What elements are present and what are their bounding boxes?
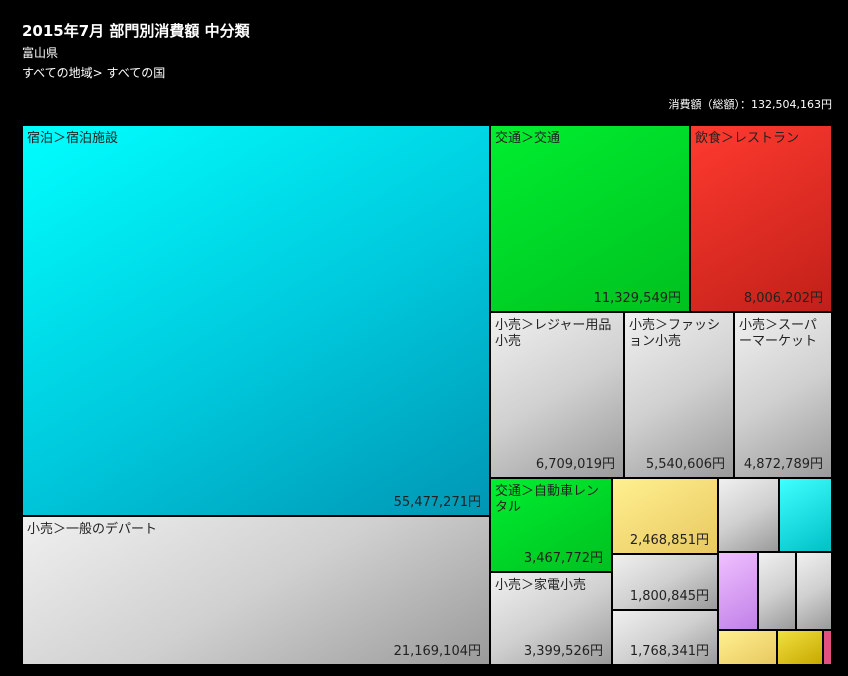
treemap-tile-small[interactable] [718, 630, 777, 665]
treemap-tile[interactable]: 2,468,851円 [612, 478, 718, 554]
treemap-chart: 宿泊＞宿泊施設 55,477,271円小売＞一般のデパート 21,169,104円 交… [22, 125, 832, 665]
prefecture-label: 富山県 [22, 46, 59, 60]
tile-value: 5,540,606円 [645, 457, 725, 472]
treemap-tile-small[interactable] [718, 478, 779, 552]
treemap-tile[interactable]: 飲食＞レストラン 8,006,202円 [690, 125, 832, 312]
treemap-tile[interactable]: 小売＞一般のデパート 21,169,104円 [22, 516, 490, 665]
tile-value: 1,768,341円 [629, 644, 709, 659]
treemap-tile[interactable]: 1,800,845円 [612, 554, 718, 610]
treemap-tile[interactable]: 1,768,341円 [612, 610, 718, 665]
tile-value: 3,399,526円 [523, 644, 603, 659]
tile-value: 3,467,772円 [523, 551, 603, 566]
treemap-tile[interactable]: 交通＞自動車レンタル 3,467,772円 [490, 478, 612, 572]
treemap-tile[interactable]: 小売＞レジャー用品小売 6,709,019円 [490, 312, 624, 478]
tile-value: 2,468,851円 [629, 533, 709, 548]
tile-label: 小売＞スーパーマーケット [739, 318, 818, 349]
tile-label: 小売＞レジャー用品小売 [495, 318, 612, 349]
tile-label: 宿泊＞宿泊施設 [27, 131, 119, 146]
tile-value: 11,329,549円 [593, 291, 681, 306]
treemap-tile-small[interactable] [796, 552, 832, 630]
tile-label: 小売＞家電小売 [495, 578, 587, 593]
tile-value: 1,800,845円 [629, 589, 709, 604]
tile-value: 55,477,271円 [393, 495, 481, 510]
tile-label: 小売＞ファッション小売 [629, 318, 721, 349]
treemap-tile[interactable]: 小売＞家電小売 3,399,526円 [490, 572, 612, 665]
tile-label: 交通＞交通 [495, 131, 561, 146]
treemap-tile-small[interactable] [777, 630, 823, 665]
tile-value: 21,169,104円 [393, 644, 481, 659]
treemap-tile-small[interactable] [758, 552, 796, 630]
treemap-tile-small[interactable] [718, 552, 758, 630]
tile-label: 飲食＞レストラン [695, 131, 800, 146]
chart-title: 2015年7月 部門別消費額 中分類 [22, 22, 250, 40]
treemap-tile-small[interactable] [779, 478, 832, 552]
tile-value: 8,006,202円 [743, 291, 823, 306]
treemap-tile[interactable]: 宿泊＞宿泊施設 55,477,271円 [22, 125, 490, 516]
treemap-tile[interactable]: 小売＞スーパーマーケット 4,872,789円 [734, 312, 832, 478]
treemap-tile-small[interactable] [823, 630, 832, 665]
treemap-tile[interactable]: 小売＞ファッション小売 5,540,606円 [624, 312, 734, 478]
treemap-tile[interactable]: 交通＞交通 11,329,549円 [490, 125, 690, 312]
tile-value: 4,872,789円 [743, 457, 823, 472]
tile-label: 小売＞一般のデパート [27, 522, 158, 537]
total-consumption-label: 消費額（総額）：132,504,163円 [668, 98, 832, 111]
breadcrumb[interactable]: すべての地域> すべての国 [22, 64, 165, 81]
tile-label: 交通＞自動車レンタル [495, 484, 600, 515]
tile-value: 6,709,019円 [535, 457, 615, 472]
